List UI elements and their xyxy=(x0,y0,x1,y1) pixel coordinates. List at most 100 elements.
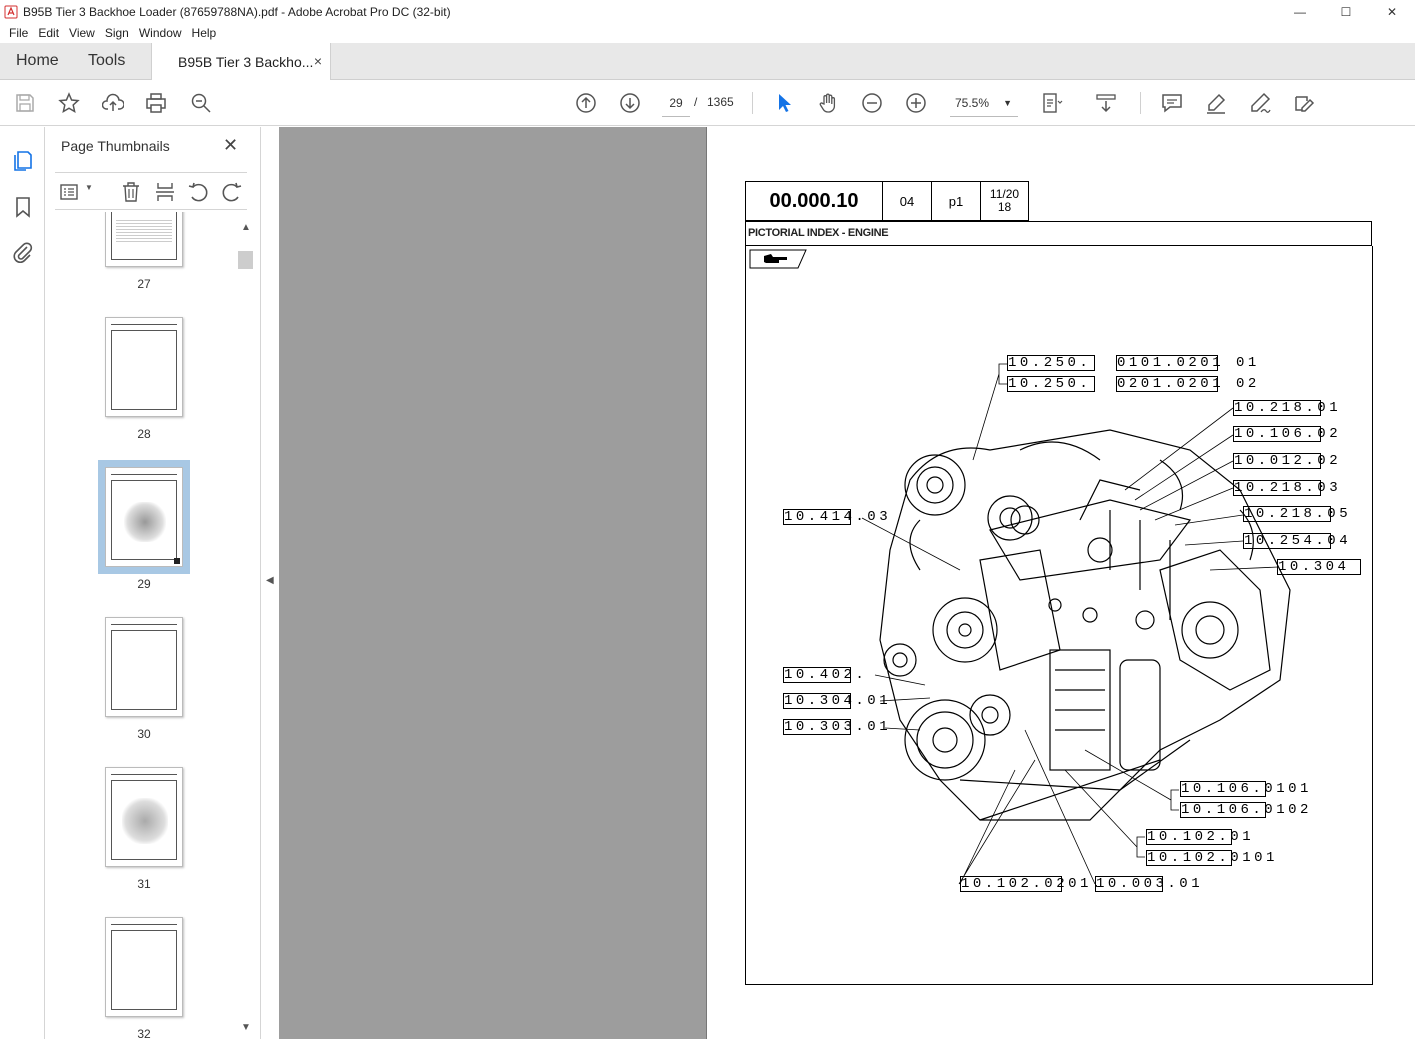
thumbnail-page-selected[interactable] xyxy=(98,460,190,574)
zoom-level-dropdown[interactable]: 75.5% ▼ xyxy=(950,89,1018,117)
fit-page-icon[interactable] xyxy=(1040,91,1064,115)
page-indicator: p1 xyxy=(931,181,980,221)
part-ref-box xyxy=(783,693,851,709)
comment-icon[interactable] xyxy=(1160,91,1184,115)
zoom-level-value: 75.5% xyxy=(955,96,990,110)
tab-close-button[interactable]: × xyxy=(314,53,322,69)
page-up-icon[interactable] xyxy=(574,91,598,115)
save-icon[interactable] xyxy=(13,91,37,115)
part-ref-box xyxy=(1277,559,1361,575)
tab-document-label: B95B Tier 3 Backho... xyxy=(178,53,314,70)
chevron-down-icon[interactable]: ▼ xyxy=(85,183,93,192)
zoom-in-icon[interactable] xyxy=(904,91,928,115)
zoom-search-icon[interactable] xyxy=(189,91,213,115)
bookmark-icon[interactable] xyxy=(11,195,35,219)
pointing-hand-badge-icon xyxy=(749,249,807,269)
part-ref-box xyxy=(1243,506,1331,522)
panel-close-button[interactable]: ✕ xyxy=(223,135,238,156)
part-ref-box xyxy=(1180,802,1266,818)
thumbnail-page[interactable] xyxy=(105,212,183,267)
thumbnail-options-icon[interactable] xyxy=(60,181,82,203)
window-title: B95B Tier 3 Backhoe Loader (87659788NA).… xyxy=(23,4,451,19)
scroll-down-icon[interactable]: ▼ xyxy=(241,1022,251,1033)
star-icon[interactable] xyxy=(57,91,81,115)
part-ref-box xyxy=(783,667,851,683)
fill-sign-icon[interactable] xyxy=(1292,91,1316,115)
panel-title: Page Thumbnails xyxy=(61,138,170,154)
revision-number: 04 xyxy=(882,181,931,221)
acrobat-app-icon xyxy=(4,5,18,18)
highlight-icon[interactable] xyxy=(1204,91,1228,115)
scroll-up-icon[interactable]: ▲ xyxy=(241,222,251,233)
menu-sign[interactable]: Sign xyxy=(100,26,134,40)
thumbnail-label: 28 xyxy=(137,427,151,441)
part-ref-box xyxy=(1180,781,1266,797)
toolbar-divider xyxy=(752,92,753,114)
part-ref-box xyxy=(783,719,851,735)
thumbnail-label: 32 xyxy=(137,1027,151,1039)
chevron-down-icon: ▼ xyxy=(1003,98,1012,108)
attachment-icon[interactable] xyxy=(11,240,35,264)
scroll-mode-icon[interactable] xyxy=(1094,91,1118,115)
toolbar-divider xyxy=(1140,92,1141,114)
rotate-left-icon[interactable] xyxy=(187,181,209,203)
tab-tools[interactable]: Tools xyxy=(88,52,125,70)
thumbnails-panel: Page Thumbnails ✕ ▼ 27 28 29 30 31 32 xyxy=(45,127,260,1039)
part-ref-box xyxy=(1095,876,1163,892)
menu-edit[interactable]: Edit xyxy=(33,26,64,40)
sign-icon[interactable] xyxy=(1248,91,1272,115)
part-ref-box xyxy=(1233,453,1321,469)
collapse-arrow-icon: ◀ xyxy=(266,575,274,586)
part-ref-box xyxy=(960,876,1062,892)
tab-document[interactable]: B95B Tier 3 Backho... × xyxy=(151,43,331,80)
section-title: PICTORIAL INDEX - ENGINE xyxy=(745,221,1372,246)
select-arrow-icon[interactable] xyxy=(772,91,796,115)
thumbnail-label: 31 xyxy=(137,877,151,891)
thumbnail-label: 30 xyxy=(137,727,151,741)
menu-bar: File Edit View Sign Window Help xyxy=(0,23,1415,43)
thumbnail-list: 27 28 29 30 31 32 xyxy=(45,212,237,1039)
part-ref-box xyxy=(1233,480,1321,496)
part-ref-box xyxy=(1146,829,1232,845)
issue-date-text: 11/2018 xyxy=(989,187,1020,214)
total-pages: 1365 xyxy=(707,95,734,109)
page-thumbnails-icon[interactable] xyxy=(11,148,35,172)
maximize-button[interactable]: ☐ xyxy=(1323,0,1369,23)
hand-icon[interactable] xyxy=(816,91,840,115)
tab-home[interactable]: Home xyxy=(16,52,59,70)
part-ref-box xyxy=(1233,426,1321,442)
panel-collapse-handle[interactable]: ◀ xyxy=(260,127,279,1039)
upload-icon[interactable] xyxy=(101,91,125,115)
part-ref-box xyxy=(1007,376,1095,392)
title-bar: B95B Tier 3 Backhoe Loader (87659788NA).… xyxy=(0,0,1415,23)
menu-help[interactable]: Help xyxy=(187,26,222,40)
menu-file[interactable]: File xyxy=(4,26,33,40)
current-page-input[interactable]: 29 xyxy=(662,89,690,117)
part-ref-box xyxy=(1233,400,1321,416)
minimize-button[interactable]: — xyxy=(1277,0,1323,23)
menu-window[interactable]: Window xyxy=(134,26,187,40)
thumbnail-page[interactable] xyxy=(105,917,183,1017)
menu-view[interactable]: View xyxy=(64,26,100,40)
extract-pages-icon[interactable] xyxy=(154,181,176,203)
thumbnail-label: 29 xyxy=(137,577,151,591)
print-icon[interactable] xyxy=(144,91,168,115)
zoom-out-icon[interactable] xyxy=(860,91,884,115)
thumbnail-label: 27 xyxy=(137,277,151,291)
thumbnail-scrollbar[interactable]: ▲ ▼ xyxy=(237,219,254,1039)
delete-icon[interactable] xyxy=(120,181,142,203)
rotate-right-icon[interactable] xyxy=(221,181,243,203)
part-ref-box xyxy=(1007,355,1095,371)
page-down-icon[interactable] xyxy=(618,91,642,115)
part-ref-box xyxy=(1116,355,1218,371)
left-navigation-rail xyxy=(0,127,45,1039)
scrollbar-thumb[interactable] xyxy=(238,251,253,269)
page-separator: / xyxy=(694,95,698,109)
issue-date: 11/2018 xyxy=(980,181,1029,221)
thumbnail-page[interactable] xyxy=(105,767,183,867)
thumbnail-page[interactable] xyxy=(105,617,183,717)
close-window-button[interactable]: ✕ xyxy=(1369,0,1415,23)
thumbnail-page[interactable] xyxy=(105,317,183,417)
section-code: 00.000.10 xyxy=(745,181,882,221)
page-header-table: 00.000.10 04 p1 11/2018 xyxy=(745,181,1029,221)
